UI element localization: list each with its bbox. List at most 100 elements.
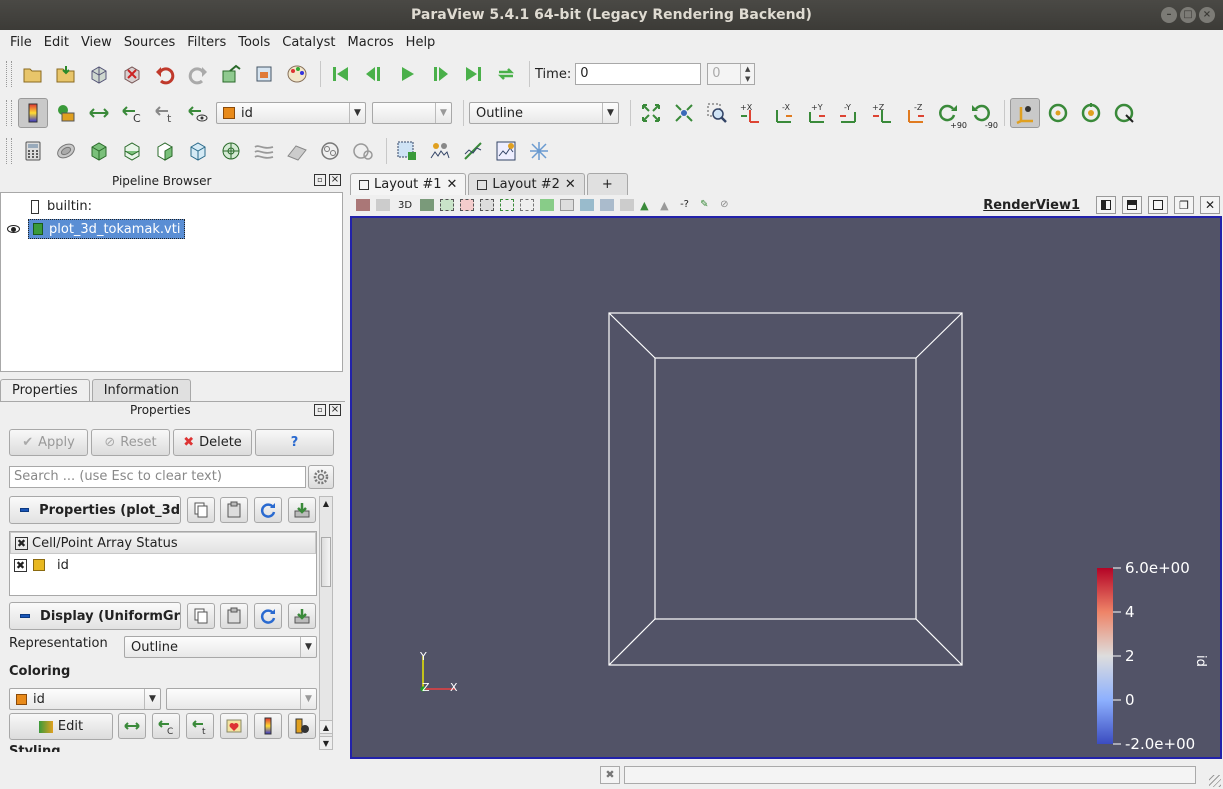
panel-float-icon[interactable]: ▫ [314, 174, 326, 186]
palette-button[interactable] [282, 59, 312, 89]
clip-filter-button[interactable] [84, 136, 114, 166]
color-component-select[interactable]: ▼ [372, 102, 452, 124]
reset-camera-button[interactable] [636, 98, 666, 128]
reset-button[interactable]: ⊘ Reset [91, 429, 170, 456]
last-frame-button[interactable] [458, 59, 488, 89]
view-minus-y-button[interactable]: -Y [834, 98, 864, 128]
search-input[interactable]: Search ... (use Esc to clear text) [9, 466, 306, 488]
rotate-minus-90-button[interactable]: -90 [966, 98, 998, 130]
time-input[interactable]: 0 [575, 63, 702, 85]
toolbar-grip[interactable] [6, 100, 12, 126]
maximize-view-button[interactable] [1148, 196, 1168, 214]
zoom-to-data-button[interactable] [669, 98, 699, 128]
tab-information[interactable]: Information [91, 379, 191, 402]
camera-icon[interactable] [420, 199, 435, 211]
representation-select[interactable]: Outline ▼ [469, 102, 619, 124]
color-array-select[interactable]: id ▼ [216, 102, 366, 124]
time-index-spinbox[interactable]: 0 ▲ ▼ [707, 63, 756, 85]
tab-properties[interactable]: Properties [0, 379, 90, 402]
copy-properties-button[interactable] [187, 497, 215, 523]
next-frame-button[interactable] [425, 59, 455, 89]
toolbar-grip[interactable] [6, 138, 12, 164]
camera-undo-button[interactable] [216, 59, 246, 89]
panel-rescale-custom-button[interactable]: C [152, 713, 180, 739]
view-plus-y-button[interactable]: +Y [801, 98, 831, 128]
menu-macros[interactable]: Macros [342, 35, 400, 50]
previous-frame-button[interactable] [359, 59, 389, 89]
shrink-selection-icon[interactable] [600, 199, 615, 211]
array-checkbox[interactable]: ✖ [14, 558, 27, 572]
panel-edit-legend-button[interactable] [288, 713, 316, 739]
close-window-button[interactable]: × [1199, 7, 1215, 23]
select-points-icon[interactable] [460, 199, 475, 211]
panel-close-icon[interactable]: × [329, 174, 341, 186]
edit-color-map-panel-button[interactable]: Edit [9, 713, 113, 740]
loop-button[interactable] [491, 59, 521, 89]
view-plus-x-button[interactable]: +X [735, 98, 765, 128]
close-icon[interactable]: ✕ [447, 177, 458, 192]
toolbar-grip[interactable] [6, 61, 12, 87]
camera-redo-button[interactable] [249, 59, 279, 89]
panel-float-icon[interactable]: ▫ [314, 404, 326, 416]
warp-by-vector-button[interactable] [282, 136, 312, 166]
rescale-visible-range-button[interactable] [183, 98, 213, 128]
header-checkbox[interactable]: ✖ [15, 536, 28, 550]
zoom-to-box-button[interactable] [702, 98, 732, 128]
select-polygon-icon[interactable] [520, 199, 535, 211]
tab-layout-2[interactable]: Layout #2 ✕ [468, 173, 585, 195]
split-horizontal-button[interactable] [1096, 196, 1116, 214]
plot-over-time-button[interactable] [491, 136, 521, 166]
slice-filter-button[interactable] [117, 136, 147, 166]
edit-color-map-button[interactable] [51, 98, 81, 128]
resize-grip-icon[interactable] [1209, 775, 1221, 787]
rotate-plus-90-button[interactable]: +90 [933, 98, 967, 130]
delete-button[interactable]: ✖ Delete [173, 429, 252, 456]
undo-button[interactable] [150, 59, 180, 89]
pick-center-button[interactable] [1109, 98, 1139, 128]
scrollbar-thumb[interactable] [321, 537, 331, 587]
menu-help[interactable]: Help [400, 35, 442, 50]
rescale-data-range-button[interactable] [84, 98, 114, 128]
scroll-up-arrow-icon[interactable]: ▲ [320, 497, 332, 511]
array-status-header[interactable]: ✖ Cell/Point Array Status [10, 532, 316, 554]
clear-selection-icon[interactable] [620, 199, 635, 211]
save-display-defaults-button[interactable] [288, 603, 316, 629]
disconnect-button[interactable] [117, 59, 147, 89]
menu-tools[interactable]: Tools [232, 35, 276, 50]
paste-display-button[interactable] [220, 603, 248, 629]
minimize-button[interactable]: – [1161, 7, 1177, 23]
properties-scrollbar[interactable]: ▲ [319, 496, 333, 750]
apply-button[interactable]: ✔ Apply [9, 429, 88, 456]
scroll-down-arrow-icon[interactable]: ▼ [319, 736, 333, 750]
calculator-filter-button[interactable] [18, 136, 48, 166]
toggle-3d-button[interactable]: 3D [396, 200, 414, 211]
visibility-eye-icon[interactable] [7, 225, 20, 233]
menu-file[interactable]: File [4, 35, 38, 50]
load-state-button[interactable] [51, 59, 81, 89]
paste-properties-button[interactable] [220, 497, 248, 523]
group-datasets-button[interactable] [315, 136, 345, 166]
show-orientation-axes-button[interactable] [1010, 98, 1040, 128]
restore-defaults-button[interactable] [254, 497, 282, 523]
find-data-button[interactable] [392, 136, 422, 166]
render-view-name[interactable]: RenderView1 [983, 198, 1080, 213]
view-minus-x-button[interactable]: -X [768, 98, 798, 128]
view-plus-z-button[interactable]: +Z [867, 98, 897, 128]
menu-sources[interactable]: Sources [118, 35, 181, 50]
stream-tracer-button[interactable] [249, 136, 279, 166]
coloring-component-dropdown[interactable]: ▼ [166, 688, 317, 710]
open-file-button[interactable] [18, 59, 48, 89]
close-icon[interactable]: ✕ [565, 177, 576, 192]
scroll-up-arrow-icon[interactable]: ▲ [319, 720, 333, 734]
display-section-header[interactable]: Display (UniformGr [9, 602, 181, 630]
hover-points-icon[interactable] [560, 199, 575, 211]
view-minus-z-button[interactable]: -Z [900, 98, 930, 128]
threshold-filter-button[interactable] [150, 136, 180, 166]
restore-view-button[interactable]: ❐ [1174, 196, 1194, 214]
maximize-button[interactable]: □ [1180, 7, 1196, 23]
reset-center-button[interactable] [1076, 98, 1106, 128]
label-points-icon[interactable]: ▲ [660, 199, 674, 212]
menu-edit[interactable]: Edit [38, 35, 75, 50]
extract-level-button[interactable] [348, 136, 378, 166]
glyph-filter-button[interactable] [216, 136, 246, 166]
